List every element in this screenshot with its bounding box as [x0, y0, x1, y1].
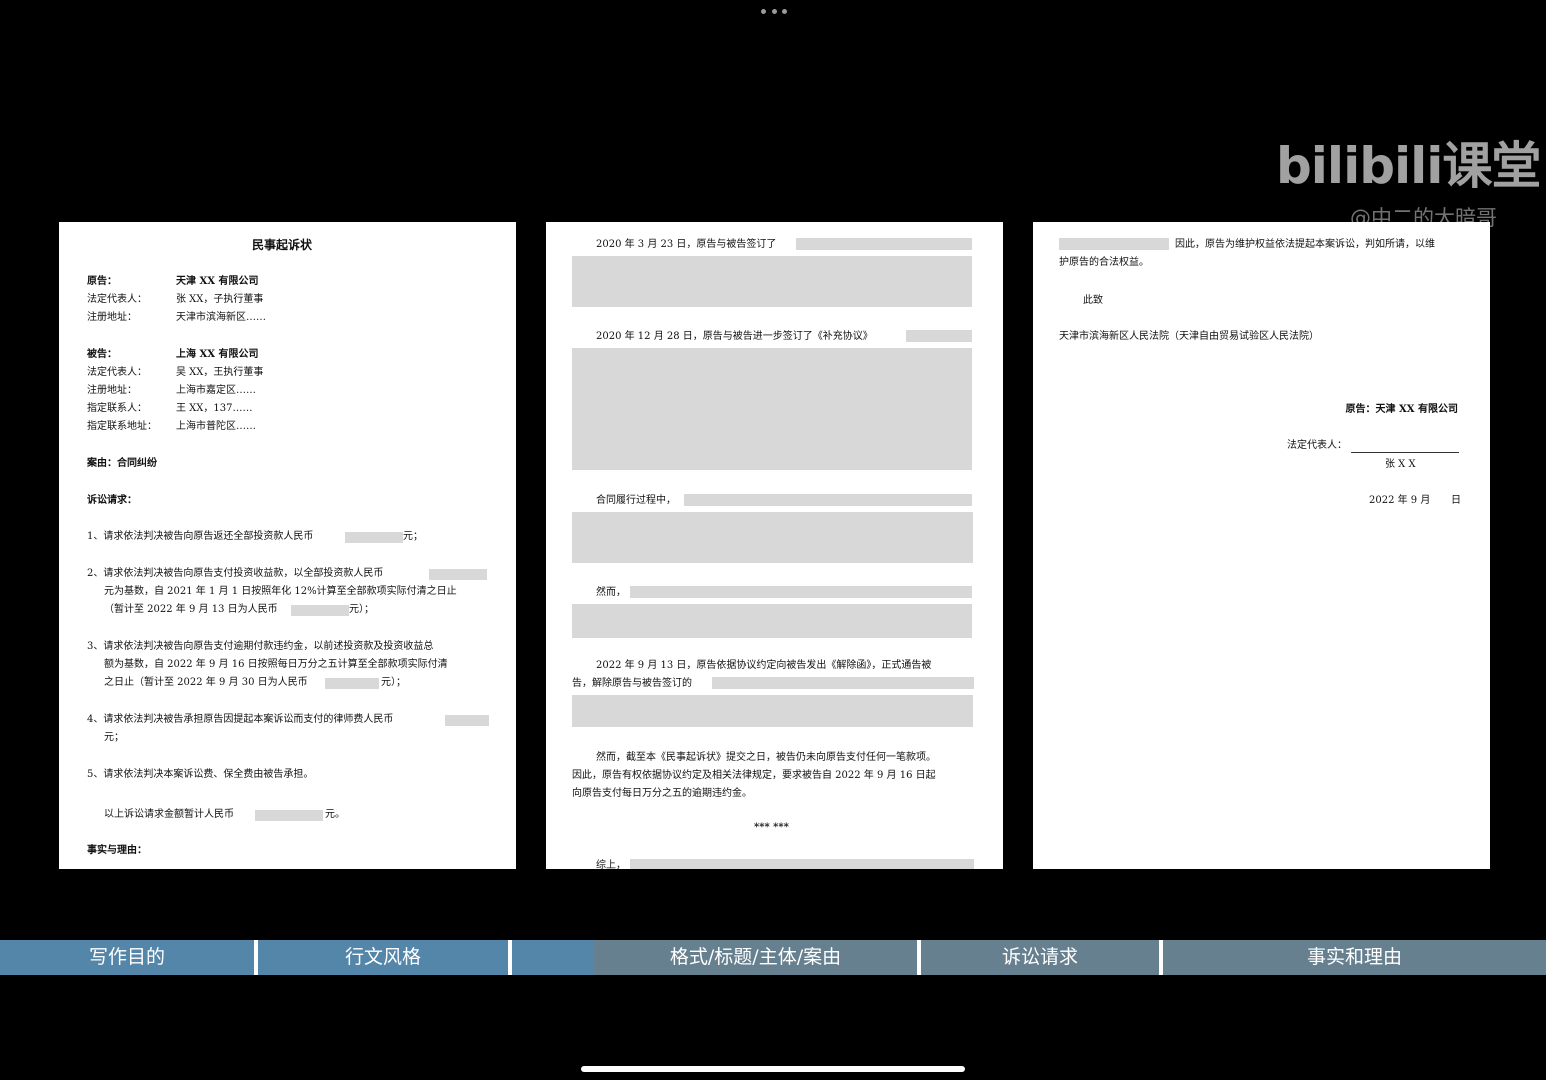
redaction — [255, 810, 323, 821]
claim-4-line-1: 4、请求依法判决被告承担原告因提起本案诉讼而支付的律师费人民币 — [87, 714, 394, 725]
redaction — [572, 695, 973, 727]
defendant-addr-label: 注册地址： — [87, 385, 137, 396]
defendant-rep-label: 法定代表人： — [87, 367, 147, 378]
redaction — [291, 605, 349, 616]
closing-line-2: 护原告的合法权益。 — [1059, 257, 1149, 268]
redaction — [325, 678, 379, 689]
document-page-2: 2020 年 3 月 23 日，原告与被告签订了 2020 年 12 月 28 … — [546, 222, 1003, 869]
watermark: bilibili课堂 @中二的大暗哥 — [1276, 136, 1541, 230]
fact-line-2: 2020 年 12 月 28 日，原告与被告进一步签订了《补充协议》 — [596, 331, 873, 342]
claim-3-line-2: 额为基数，自 2022 年 9 月 16 日按照每日万分之五计算至全部款项实际付… — [104, 659, 448, 670]
fact-line-3: 合同履行过程中， — [596, 495, 676, 506]
plaintiff-name: 天津 XX 有限公司 — [176, 276, 259, 287]
redaction — [630, 859, 974, 869]
redaction — [684, 494, 972, 506]
case-cause: 案由：合同纠纷 — [87, 458, 157, 469]
fact-line-5b: 告，解除原告与被告签订的 — [572, 678, 692, 689]
fact-line-1: 2020 年 3 月 23 日，原告与被告签订了 — [596, 239, 777, 250]
total-claim-end: 元。 — [325, 809, 345, 820]
document-page-1: 民事起诉状 原告： 天津 XX 有限公司 法定代表人： 张 XX，子执行董事 注… — [59, 222, 516, 869]
defendant-name: 上海 XX 有限公司 — [176, 349, 259, 360]
plaintiff-label: 原告： — [87, 276, 117, 287]
fact-line-5a: 2022 年 9 月 13 日，原告依据协议约定向被告发出《解除函》，正式通告被 — [596, 660, 932, 671]
bilibili-logo: bilibili课堂 — [1276, 137, 1541, 195]
redaction — [1059, 238, 1169, 250]
fact-line-6b: 因此，原告有权依据协议约定及相关法律规定，要求被告自 2022 年 9 月 16… — [572, 770, 936, 781]
tab-progress-segment[interactable] — [512, 940, 594, 975]
salutation: 此致 — [1083, 295, 1103, 306]
signature-plaintiff: 原告：天津 XX 有限公司 — [1345, 404, 1458, 415]
redaction — [572, 256, 972, 307]
redaction — [572, 348, 972, 470]
defendant-contact: 王 XX，137…… — [176, 403, 253, 414]
fact-line-7: 综上， — [596, 860, 626, 869]
plaintiff-addr-label: 注册地址： — [87, 312, 137, 323]
tab-writing-purpose[interactable]: 写作目的 — [0, 940, 254, 975]
redaction — [445, 715, 489, 726]
claim-2-end: 元）； — [349, 604, 374, 615]
defendant-rep: 吴 XX，王执行董事 — [176, 367, 264, 378]
redaction — [630, 586, 972, 598]
claim-5: 5、请求依法判决本案诉讼费、保全费由被告承担。 — [87, 769, 314, 780]
tab-writing-style[interactable]: 行文风格 — [258, 940, 508, 975]
plaintiff-rep: 张 XX，子执行董事 — [176, 294, 264, 305]
defendant-contact-addr: 上海市普陀区…… — [176, 421, 256, 432]
defendant-label: 被告： — [87, 349, 117, 360]
home-indicator[interactable] — [581, 1066, 965, 1072]
claim-4-line-2: 元； — [104, 732, 124, 743]
signature-name: 张 X X — [1385, 459, 1416, 470]
tab-facts-and-reasons[interactable]: 事实和理由 — [1163, 940, 1546, 975]
defendant-contact-label: 指定联系人： — [87, 403, 147, 414]
tab-litigation-claims[interactable]: 诉讼请求 — [921, 940, 1159, 975]
court-name: 天津市滨海新区人民法院（天津自由贸易试验区人民法院） — [1059, 331, 1319, 342]
plaintiff-addr: 天津市滨海新区…… — [176, 312, 266, 323]
more-options-icon[interactable] — [761, 9, 787, 17]
page-title: 民事起诉状 — [252, 238, 313, 252]
fact-line-6a: 然而，截至本《民事起诉状》提交之日，被告仍未向原告支付任何一笔款项。 — [596, 752, 936, 763]
document-page-3: 因此，原告为维护权益依法提起本案诉讼，判如所请，以维 护原告的合法权益。 此致 … — [1033, 222, 1490, 869]
signature-rep-label: 法定代表人： — [1287, 440, 1347, 451]
claim-1: 1、请求依法判决被告向原告返还全部投资款人民币 — [87, 531, 314, 542]
claim-3-line-3: 之日止（暂计至 2022 年 9 月 30 日为人民币 — [104, 677, 308, 688]
defendant-contact-addr-label: 指定联系地址： — [87, 421, 157, 432]
section-separator: *** *** — [754, 822, 789, 833]
claim-3-end: 元）； — [381, 677, 406, 688]
signature-line — [1351, 452, 1459, 453]
redaction — [906, 330, 972, 342]
claim-3-line-1: 3、请求依法判决被告向原告支付逾期付款违约金，以前述投资款及投资收益总 — [87, 641, 434, 652]
defendant-addr: 上海市嘉定区…… — [176, 385, 256, 396]
claim-1-end: 元； — [403, 531, 423, 542]
total-claim: 以上诉讼请求金额暂计人民币 — [104, 809, 234, 820]
fact-line-4: 然而， — [596, 587, 626, 598]
fact-line-6c: 向原告支付每日万分之五的逾期违约金。 — [572, 788, 752, 799]
claims-heading: 诉讼请求： — [87, 495, 137, 506]
redaction — [572, 604, 972, 638]
redaction — [796, 238, 972, 250]
facts-heading: 事实与理由： — [87, 845, 147, 856]
signature-date: 2022 年 9 月 — [1369, 495, 1431, 506]
signature-day: 日 — [1451, 495, 1461, 506]
plaintiff-rep-label: 法定代表人： — [87, 294, 147, 305]
redaction — [572, 512, 973, 563]
chapter-tab-bar: 写作目的 行文风格 格式/标题/主体/案由 诉讼请求 事实和理由 — [0, 940, 1546, 975]
claim-2-line-1: 2、请求依法判决被告向原告支付投资收益款，以全部投资款人民币 — [87, 568, 384, 579]
tab-format-title-subject-cause[interactable]: 格式/标题/主体/案由 — [594, 940, 917, 975]
closing-line-1: 因此，原告为维护权益依法提起本案诉讼，判如所请，以维 — [1175, 239, 1435, 250]
redaction — [345, 532, 403, 543]
claim-2-line-3: （暂计至 2022 年 9 月 13 日为人民币 — [104, 604, 278, 615]
claim-2-line-2: 元为基数，自 2021 年 1 月 1 日按照年化 12%计算至全部款项实际付清… — [104, 586, 457, 597]
redaction — [429, 569, 487, 580]
redaction — [712, 677, 974, 689]
